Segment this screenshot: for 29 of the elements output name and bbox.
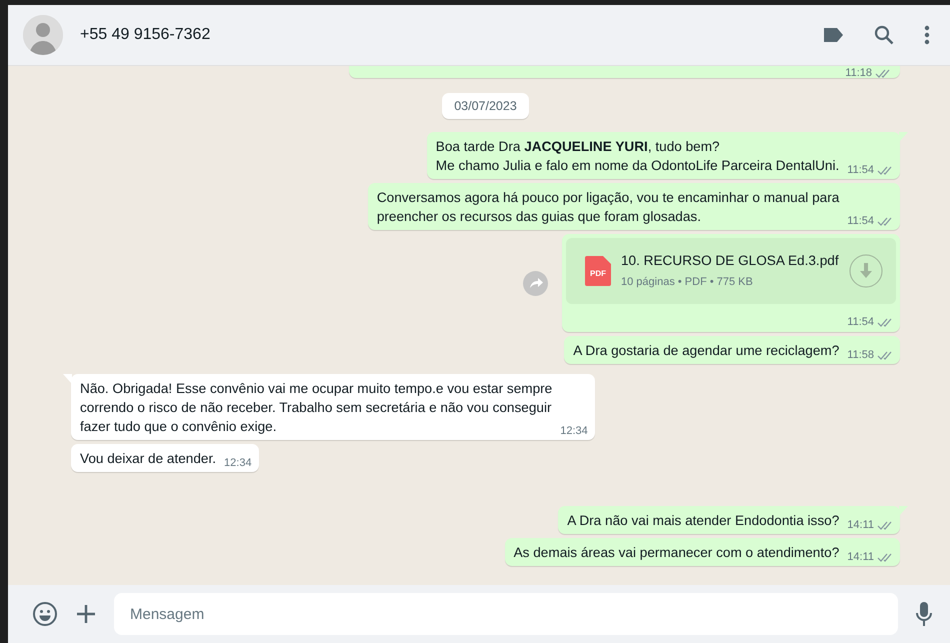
file-details: 10 páginas • PDF • 775 KB bbox=[621, 274, 754, 290]
message-time: 11:54 bbox=[847, 164, 874, 176]
message-time: 11:18 bbox=[845, 67, 872, 79]
message-time: 11:58 bbox=[847, 349, 874, 361]
plus-icon[interactable] bbox=[76, 604, 96, 624]
pdf-file-icon: PDF bbox=[585, 256, 611, 286]
message-text: Conversamos agora há pouco por ligação, vou te encaminhar o manual para preencher os recursos das guias que foram glosadas. bbox=[376, 189, 840, 226]
document-message[interactable]: PDF 10. RECURSO DE GLOSA Ed.3.pdf 10 páginas • PDF • 775 KB 11:54 bbox=[562, 234, 900, 332]
message-time: 11:54 bbox=[847, 215, 874, 227]
message-text: Boa tarde Dra JACQUELINE YURI, tudo bem? Me chamo Julia e falo em nome da OdontoLife Parceira DentalUni. bbox=[436, 138, 840, 175]
message-time: 12:34 bbox=[224, 457, 252, 469]
microphone-icon[interactable] bbox=[916, 601, 932, 627]
contact-name: +55 49 9156-7362 bbox=[80, 26, 212, 44]
search-icon[interactable] bbox=[874, 25, 894, 45]
message-input[interactable]: Mensagem bbox=[114, 593, 898, 635]
message-text: Vou deixar de atender. bbox=[80, 450, 216, 468]
file-name: 10. RECURSO DE GLOSA Ed.3.pdf bbox=[621, 252, 839, 270]
label-icon[interactable] bbox=[822, 27, 844, 43]
message-text: A Dra gostaria de agendar ume reciclagem? bbox=[573, 342, 840, 360]
menu-icon[interactable] bbox=[924, 25, 930, 45]
message-text: A Dra não vai mais atender Endodontia isso? bbox=[567, 512, 840, 530]
message-time: 12:34 bbox=[560, 425, 588, 437]
emoji-icon[interactable] bbox=[32, 601, 58, 627]
date-chip: 03/07/2023 bbox=[442, 93, 529, 119]
message-text: As demais áreas vai permanecer com o atendimento? bbox=[514, 544, 840, 562]
message-time: 14:11 bbox=[847, 519, 874, 531]
message-text: Não. Obrigada! Esse convênio vai me ocupar muito tempo.e vou estar sempre correndo o risco de não receber. Trabalho sem secretária e não vou conseguir fazer tudo que o convênio exige. bbox=[80, 380, 552, 436]
message-time: 11:54 bbox=[847, 316, 874, 328]
message-time: 14:11 bbox=[847, 551, 874, 563]
